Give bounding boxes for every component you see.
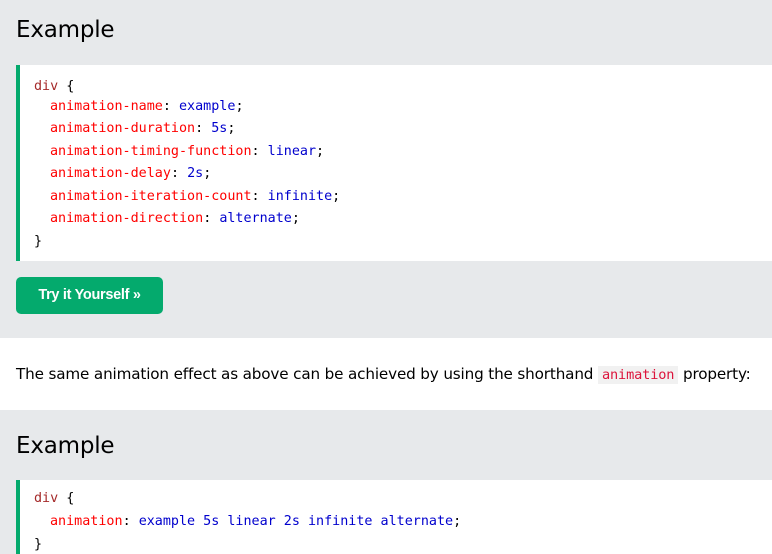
code-block: div { animation: example 5s linear 2s in…: [16, 480, 772, 554]
code-line: animation-timing-function: linear;: [50, 144, 325, 159]
try-it-yourself-button[interactable]: Try it Yourself »: [16, 277, 163, 314]
example-heading: Example: [16, 17, 115, 43]
page: Example div { animation-name: example; a…: [0, 0, 772, 554]
css-property: animation: [50, 514, 123, 529]
css-value: infinite: [267, 189, 333, 204]
code-block: div { animation-name: example; animation…: [16, 65, 772, 261]
close-brace: }: [34, 234, 43, 249]
css-selector: div: [34, 491, 59, 506]
description-paragraph: The same animation effect as above can b…: [16, 362, 772, 387]
css-property: animation-delay: [50, 166, 171, 181]
code-line: animation-iteration-count: infinite;: [50, 189, 341, 204]
code-line: animation-direction: alternate;: [50, 211, 300, 226]
example-box-2: Example div { animation: example 5s line…: [0, 410, 772, 554]
css-property: animation-name: [50, 99, 163, 114]
open-brace: {: [58, 79, 75, 94]
example-box-1: Example div { animation-name: example; a…: [0, 0, 772, 338]
code-line: animation-name: example;: [50, 99, 244, 114]
css-property: animation-direction: [50, 211, 204, 226]
css-value: 2s: [187, 166, 204, 181]
open-brace: {: [58, 491, 75, 506]
paragraph-text-before: The same animation effect as above can b…: [16, 365, 598, 383]
inline-code-animation: animation: [597, 366, 679, 384]
css-selector: div: [34, 79, 59, 94]
code-line-close: }: [34, 534, 42, 554]
code-line: animation: example 5s linear 2s infinite…: [50, 514, 462, 529]
code-line-close: }: [34, 231, 42, 253]
code-line: animation-duration: 5s;: [50, 121, 236, 136]
code-line-selector: div {: [34, 488, 74, 510]
css-property: animation-timing-function: [50, 144, 252, 159]
css-value: example: [179, 99, 236, 114]
paragraph-text-after: property:: [678, 365, 751, 383]
css-value: 5s: [211, 121, 228, 136]
css-value: linear: [267, 144, 317, 159]
code-line-selector: div {: [34, 76, 74, 98]
css-value: example 5s linear 2s infinite alternate: [138, 514, 454, 529]
example-heading: Example: [16, 433, 115, 459]
css-property: animation-iteration-count: [50, 189, 252, 204]
close-brace: }: [34, 537, 43, 552]
css-value: alternate: [219, 211, 292, 226]
code-line: animation-delay: 2s;: [50, 166, 212, 181]
css-property: animation-duration: [50, 121, 196, 136]
